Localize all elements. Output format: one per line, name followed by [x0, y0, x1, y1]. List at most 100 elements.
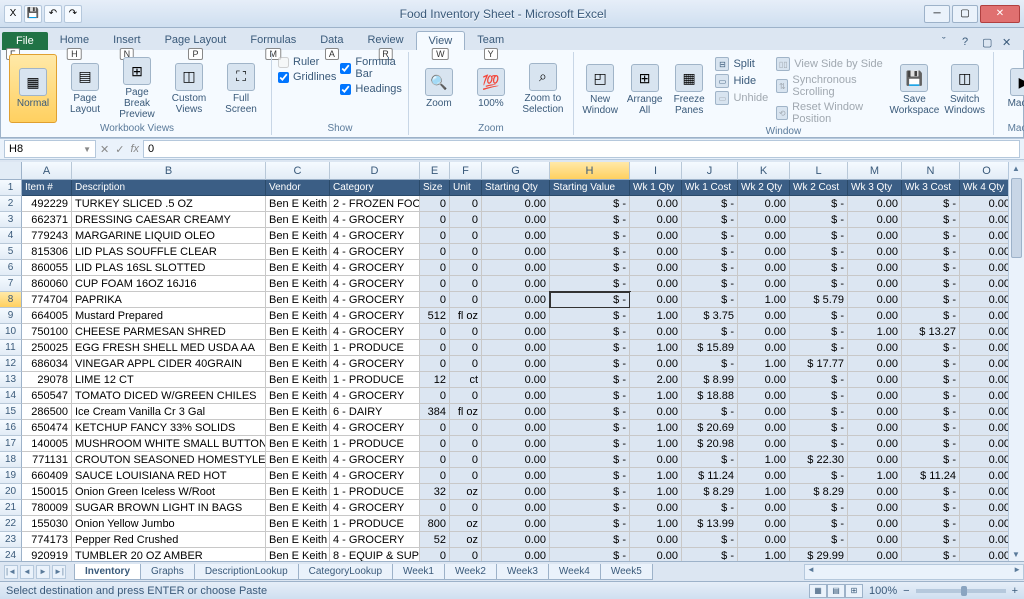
- cell[interactable]: 0: [450, 436, 482, 452]
- cell[interactable]: 0.00: [960, 548, 1014, 561]
- cell[interactable]: 0.00: [738, 468, 790, 484]
- cell[interactable]: 0.00: [960, 388, 1014, 404]
- excel-icon[interactable]: X: [4, 5, 22, 23]
- cell[interactable]: 1.00: [738, 292, 790, 308]
- cell[interactable]: Ben E Keith: [266, 548, 330, 561]
- vertical-scrollbar[interactable]: [1008, 162, 1024, 561]
- col-header[interactable]: G: [482, 162, 550, 180]
- cell[interactable]: LID PLAS SOUFFLE CLEAR: [72, 244, 266, 260]
- row-header[interactable]: 22: [0, 516, 22, 532]
- cell[interactable]: 1 - PRODUCE: [330, 516, 420, 532]
- cell[interactable]: $ -: [902, 404, 960, 420]
- col-header[interactable]: L: [790, 162, 848, 180]
- table-header[interactable]: Starting Qty: [482, 180, 550, 196]
- cell[interactable]: $ -: [790, 244, 848, 260]
- maximize-button[interactable]: ▢: [952, 5, 978, 23]
- cell[interactable]: 0.00: [960, 500, 1014, 516]
- cell[interactable]: 0: [450, 468, 482, 484]
- cell[interactable]: 1.00: [630, 436, 682, 452]
- cell[interactable]: 0.00: [960, 228, 1014, 244]
- cell[interactable]: 0.00: [630, 356, 682, 372]
- cell[interactable]: Ben E Keith: [266, 292, 330, 308]
- cell[interactable]: Ben E Keith: [266, 516, 330, 532]
- cell[interactable]: 0: [420, 356, 450, 372]
- cell[interactable]: 8 - EQUIP & SUPPLY: [330, 548, 420, 561]
- cell[interactable]: 0.00: [482, 292, 550, 308]
- full-screen-button[interactable]: ⛶Full Screen: [217, 54, 265, 123]
- cell[interactable]: 0.00: [630, 404, 682, 420]
- cell[interactable]: CUP FOAM 16OZ 16J16: [72, 276, 266, 292]
- row-header[interactable]: 10: [0, 324, 22, 340]
- cell[interactable]: KETCHUP FANCY 33% SOLIDS: [72, 420, 266, 436]
- cell[interactable]: 0: [450, 324, 482, 340]
- cell[interactable]: $ -: [902, 484, 960, 500]
- cell[interactable]: 0: [450, 260, 482, 276]
- cell[interactable]: 4 - GROCERY: [330, 260, 420, 276]
- cell[interactable]: Ben E Keith: [266, 468, 330, 484]
- cell[interactable]: 0: [420, 244, 450, 260]
- row-header[interactable]: 20: [0, 484, 22, 500]
- ribbon-tab-page-layout[interactable]: Page LayoutP: [153, 31, 239, 50]
- select-all-corner[interactable]: [0, 162, 22, 180]
- row-header[interactable]: 8: [0, 292, 22, 308]
- cell[interactable]: 1.00: [848, 468, 902, 484]
- cell[interactable]: $ -: [682, 212, 738, 228]
- cell[interactable]: SUGAR BROWN LIGHT IN BAGS: [72, 500, 266, 516]
- cell[interactable]: $ 13.27: [902, 324, 960, 340]
- cell[interactable]: 0.00: [738, 404, 790, 420]
- cell[interactable]: 4 - GROCERY: [330, 468, 420, 484]
- sheet-tab-week2[interactable]: Week2: [444, 564, 497, 580]
- cell[interactable]: 0.00: [960, 212, 1014, 228]
- cell[interactable]: 0: [450, 292, 482, 308]
- cell[interactable]: 0: [450, 500, 482, 516]
- cell[interactable]: oz: [450, 516, 482, 532]
- cell[interactable]: Ben E Keith: [266, 404, 330, 420]
- cell[interactable]: Ben E Keith: [266, 388, 330, 404]
- cell[interactable]: Onion Yellow Jumbo: [72, 516, 266, 532]
- sheet-tab-week1[interactable]: Week1: [392, 564, 445, 580]
- cell[interactable]: MARGARINE LIQUID OLEO: [72, 228, 266, 244]
- cell[interactable]: 0.00: [482, 372, 550, 388]
- cell[interactable]: fl oz: [450, 308, 482, 324]
- cell[interactable]: $ -: [550, 420, 630, 436]
- zoom-button[interactable]: 🔍Zoom: [415, 54, 463, 123]
- cell[interactable]: 0.00: [482, 516, 550, 532]
- cell[interactable]: $ -: [790, 436, 848, 452]
- formula-bar-checkbox[interactable]: Formula Bar: [340, 56, 401, 80]
- cell[interactable]: 0: [420, 276, 450, 292]
- first-sheet-icon[interactable]: |◄: [4, 565, 18, 579]
- undo-icon[interactable]: ↶: [44, 5, 62, 23]
- cell[interactable]: TUMBLER 20 OZ AMBER: [72, 548, 266, 561]
- cell[interactable]: $ -: [790, 500, 848, 516]
- cell[interactable]: 0.00: [848, 244, 902, 260]
- cell[interactable]: 0: [420, 388, 450, 404]
- page-layout-view-icon[interactable]: ▤: [827, 584, 845, 598]
- cell[interactable]: 1.00: [738, 548, 790, 561]
- cell[interactable]: $ -: [682, 324, 738, 340]
- cell[interactable]: 0: [450, 212, 482, 228]
- cell[interactable]: $ -: [902, 548, 960, 561]
- arrange-all-button[interactable]: ⊞Arrange All: [624, 54, 665, 126]
- cell[interactable]: 860055: [22, 260, 72, 276]
- cell[interactable]: 0.00: [848, 388, 902, 404]
- cancel-icon[interactable]: ✕: [100, 143, 109, 156]
- cell[interactable]: CROUTON SEASONED HOMESTYLE: [72, 452, 266, 468]
- cell[interactable]: $ 8.99: [682, 372, 738, 388]
- zoom-selection-button[interactable]: ⌕Zoom to Selection: [519, 54, 567, 123]
- cell[interactable]: SAUCE LOUISIANA RED HOT: [72, 468, 266, 484]
- cell[interactable]: $ -: [790, 420, 848, 436]
- cell[interactable]: 0.00: [848, 484, 902, 500]
- fx-icon[interactable]: fx: [130, 143, 139, 156]
- redo-icon[interactable]: ↷: [64, 5, 82, 23]
- switch-windows-button[interactable]: ◫Switch Windows: [942, 54, 987, 126]
- cell[interactable]: $ -: [902, 356, 960, 372]
- cell[interactable]: Ben E Keith: [266, 532, 330, 548]
- zoom-in-icon[interactable]: +: [1012, 585, 1018, 597]
- zoom-level[interactable]: 100%: [869, 585, 897, 597]
- ribbon-tab-team[interactable]: TeamY: [465, 31, 516, 50]
- sheet-tab-categorylookup[interactable]: CategoryLookup: [298, 564, 393, 580]
- cell[interactable]: $ -: [550, 388, 630, 404]
- cell[interactable]: 0.00: [630, 276, 682, 292]
- cell[interactable]: $ 17.77: [790, 356, 848, 372]
- cell[interactable]: Ben E Keith: [266, 484, 330, 500]
